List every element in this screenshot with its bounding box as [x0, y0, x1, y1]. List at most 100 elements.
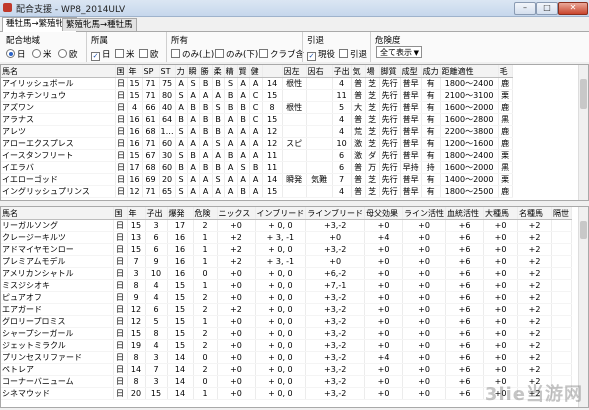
column-header[interactable]: ライン活性 [402, 207, 447, 220]
table-cell: 68 [142, 125, 160, 138]
scrollbar-thumb[interactable] [580, 79, 587, 109]
column-header[interactable]: 隔世 [551, 207, 573, 220]
table-cell: B [224, 149, 238, 162]
column-header[interactable]: 場 [365, 65, 380, 78]
region-option-jp[interactable]: 日 [6, 48, 26, 60]
column-header[interactable]: 毛 [498, 65, 513, 78]
table-row[interactable]: リーガルソング日 15 3 17 2 +0 + 0, 0 +3,-2 +0 +0 +6 +0 +2 [1, 219, 573, 232]
mare-table-scrollbar[interactable] [578, 207, 588, 407]
table-cell: 日 [113, 267, 128, 280]
risk-dropdown[interactable]: 全て表示 ▼ [376, 46, 422, 58]
table-row[interactable]: ピュアオフ日 9 4 15 2 +0 + 0, 0 +3,-2 +0 +0 +6 +0 +2 [1, 291, 573, 304]
sire-table-scrollbar[interactable] [578, 65, 588, 200]
retired-option-active[interactable]: ✓ 現役 [307, 48, 335, 61]
tab-mare-to-sire[interactable]: 繁殖牝馬→種牡馬 [62, 18, 137, 31]
column-header[interactable]: 健 [249, 65, 263, 78]
column-header[interactable]: ニックス [217, 207, 256, 220]
table-row[interactable]: アイリッシュボール日 15 71 75 A S B B S A A 14 根性 4 普芝先行 普早有 1800〜… [1, 77, 513, 90]
column-header[interactable]: 子出 [145, 207, 168, 220]
column-header[interactable]: 年 [127, 207, 146, 220]
region-filter: 配合地域 日 米 欧 [2, 32, 87, 62]
column-header[interactable]: 成型 [400, 65, 422, 78]
minimize-button[interactable]: – [514, 2, 536, 15]
affiliation-option-jp[interactable]: ✓ 日 [91, 48, 111, 61]
table-row[interactable]: ペトレア日 14 7 14 2 +0 + 0, 0 +3,-2 +0 +0 +6 +0 +2 [1, 363, 573, 376]
column-header[interactable]: 国 [115, 65, 128, 78]
table-cell: イエラバ [1, 161, 116, 174]
owned-option-club[interactable]: クラブ含 [259, 48, 304, 60]
table-row[interactable]: イースタンフリート日 15 67 30 S B A A B A A 11 6 激ダ先行 普早有 1800〜24… [1, 149, 513, 162]
table-row[interactable]: ジェットミラクル日 19 4 15 2 +0 + 0, 0 +3,-2 +0 +0 +6 +0 +2 [1, 339, 573, 352]
column-header[interactable]: 国 [113, 207, 128, 220]
column-header[interactable]: 瞬 [187, 65, 200, 78]
column-header[interactable]: 因右 [306, 65, 333, 78]
column-header[interactable] [262, 65, 283, 78]
table-row[interactable]: アラナス日 16 61 64 B A B B A B C 15 4 普芝先行 普早有 1600〜2800 黒 [1, 113, 513, 126]
table-cell: 19 [127, 339, 146, 352]
table-cell: B [224, 101, 238, 114]
table-cell: 先行 [379, 101, 401, 114]
table-cell: +2 [217, 255, 256, 268]
table-row[interactable]: プレミアムモデル日 7 9 16 1 +2 + 3, -1 +0 +0 +0 +6 +0 +2 [1, 255, 573, 268]
column-header[interactable]: 力 [175, 65, 188, 78]
table-cell: A [187, 185, 200, 198]
table-row[interactable]: プリンセスリファード日 8 3 14 0 +0 + 0, 0 +3,-2 +4 +0 +6 +0 +2 [1, 351, 573, 364]
table-cell: 7 [145, 363, 168, 376]
column-header[interactable]: ST [159, 65, 176, 78]
close-button[interactable]: ✕ [558, 2, 588, 15]
table-row[interactable]: シャープシーガール日 15 8 15 2 +0 + 0, 0 +3,-2 +0 +0 +6 +0 +2 [1, 327, 573, 340]
column-header[interactable]: 馬名 [1, 65, 116, 78]
owned-option-lower[interactable]: のみ(下) [215, 48, 258, 60]
maximize-button[interactable]: □ [536, 2, 558, 15]
table-cell: 普早 [400, 77, 422, 90]
column-header[interactable]: 名種馬 [517, 207, 553, 220]
column-header[interactable]: 子出 [332, 65, 352, 78]
table-row[interactable]: ミスジシオキ日 8 4 15 1 +0 + 0, 0 +7,-1 +0 +0 +6 +0 +2 [1, 279, 573, 292]
column-header[interactable]: 距離適性 [440, 65, 499, 78]
column-header[interactable]: 勝 [199, 65, 213, 78]
column-header[interactable]: 柔 [212, 65, 225, 78]
table-cell: A [224, 185, 238, 198]
column-header[interactable]: 爆発 [167, 207, 194, 220]
column-header[interactable]: ラインブリード [305, 207, 366, 220]
table-row[interactable]: クレージーキルツ日 13 6 16 1 +2 + 3, -1 +0 +4 +0 +6 +0 +2 [1, 231, 573, 244]
region-option-eu[interactable]: 欧 [58, 48, 78, 60]
column-header[interactable]: 年 [127, 65, 143, 78]
column-header[interactable]: 血統活性 [445, 207, 485, 220]
column-header[interactable]: 成力 [421, 65, 441, 78]
table-row[interactable]: アメリカンシャトル日 3 10 16 0 +0 + 0, 0 +6,-2 +0 +0 +6 +0 +2 [1, 267, 573, 280]
column-header[interactable]: 賢 [237, 65, 250, 78]
table-cell: +3,-2 [305, 243, 366, 256]
table-cell: +2 [517, 255, 553, 268]
scrollbar-thumb[interactable] [580, 221, 587, 239]
table-cell: +2 [517, 363, 553, 376]
column-header[interactable]: インブリード [255, 207, 307, 220]
table-cell: 2 [193, 339, 218, 352]
region-option-us[interactable]: 米 [32, 48, 52, 60]
column-header[interactable]: 精 [224, 65, 238, 78]
table-row[interactable]: イングリッシュプリンス日 12 71 65 S A A A A B A 15 4 普芝先行 普早有 1800〜… [1, 185, 513, 198]
column-header[interactable]: 危険 [193, 207, 218, 220]
column-header[interactable]: 気 [351, 65, 366, 78]
column-header[interactable]: SP [142, 65, 160, 78]
column-header[interactable]: 因左 [282, 65, 307, 78]
column-header[interactable]: 脚質 [379, 65, 401, 78]
column-header[interactable]: 大種馬 [483, 207, 519, 220]
table-row[interactable]: アズワン日 4 66 40 A B B S B B C 8 根性 5 大芝先行 普早有 1600〜2000 鹿 [1, 101, 513, 114]
owned-option-upper[interactable]: のみ(上) [171, 48, 214, 60]
column-header[interactable]: 馬名 [1, 207, 114, 220]
column-header[interactable]: 母父効果 [364, 207, 404, 220]
affiliation-option-us[interactable]: 米 [115, 48, 135, 60]
table-row[interactable]: イエローゴッド日 16 69 20 S A A S A A A 14 瞬発 気難 7 普芝先行 普早有 1400〜… [1, 173, 513, 186]
table-row[interactable]: アローエクスプレス日 16 71 60 A A A S A A A 12 スピ 10 激芝先行 普早有 1200… [1, 137, 513, 150]
affiliation-option-eu[interactable]: 欧 [139, 48, 159, 60]
retired-option-retired[interactable]: 引退 [339, 48, 367, 60]
table-row[interactable]: エアガード日 12 6 15 2 +2 + 0, 0 +3,-2 +0 +0 +6 +0 +2 [1, 303, 573, 316]
table-row[interactable]: アカネテンリュウ日 15 71 80 S A A A B A C 15 11 普芝先行 普早有 2100〜31… [1, 89, 513, 102]
table-cell: ダ [365, 149, 380, 162]
table-row[interactable]: グロリープロミス日 12 5 15 1 +0 + 0, 0 +3,-2 +0 +0 +6 +0 +2 [1, 315, 573, 328]
table-row[interactable]: イエラバ日 17 68 60 B A B B A S B 11 6 普万先行 早持持 1600〜2000 黒 [1, 161, 513, 174]
table-row[interactable]: アドマイヤモンロー日 15 6 16 1 +2 + 0, 0 +3,-2 +0 +0 +6 +0 +2 [1, 243, 573, 256]
table-row[interactable]: アレツ日 16 68 1… S A B B A A A 12 4 荒芝先行 普早有 2200〜3800 鹿 [1, 125, 513, 138]
checkbox-icon [171, 49, 180, 58]
